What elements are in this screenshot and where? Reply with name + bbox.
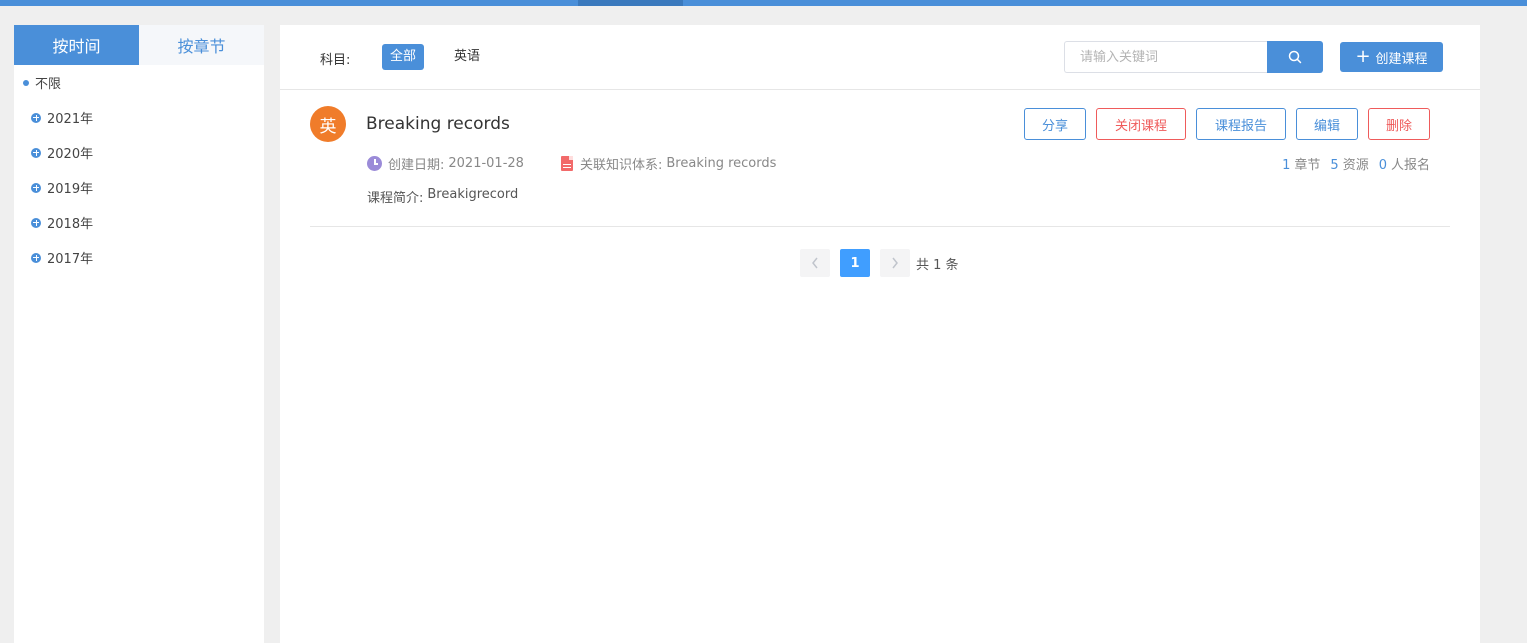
kb-label: 关联知识体系: <box>580 158 663 173</box>
course-stats: 1 章节 5 资源 0 人报名 <box>1272 154 1430 173</box>
date-label: 创建日期: <box>388 158 445 173</box>
expand-plus-icon <box>31 112 41 123</box>
create-course-label: 创建课程 <box>1375 51 1428 67</box>
subject-label: 科目: <box>320 53 351 68</box>
expand-plus-icon <box>31 147 41 158</box>
course-knowledge-system: 关联知识体系: Breaking records <box>561 154 776 173</box>
share-button[interactable]: 分享 <box>1024 108 1086 140</box>
bullet-dot-icon <box>23 79 29 86</box>
stat-number: 0 <box>1378 158 1387 173</box>
date-value: 2021-01-28 <box>448 156 524 171</box>
sidebar-tabs: 按时间 按章节 <box>14 25 264 65</box>
kb-value: Breaking records <box>666 156 777 171</box>
sidebar-item-label: 2021年 <box>47 112 94 127</box>
search-button[interactable] <box>1267 41 1323 73</box>
course-item: 英 Breaking records 创建日期: 2021-01-28 关联知识… <box>310 90 1450 227</box>
search-input[interactable] <box>1064 41 1268 73</box>
top-accent-segment <box>578 0 683 6</box>
main-panel: 科目: 全部 英语 + 创建课程 英 Breaking records 创建日期… <box>280 25 1480 643</box>
stat-label: 人报名 <box>1390 158 1430 173</box>
course-avatar: 英 <box>310 106 346 142</box>
pagination: 1 共 1 条 <box>800 249 959 277</box>
expand-plus-icon <box>31 182 41 193</box>
sidebar-item-2020[interactable]: 2020年 <box>14 135 264 170</box>
course-title[interactable]: Breaking records <box>366 114 510 134</box>
chevron-left-icon <box>812 257 818 269</box>
sidebar-list: 不限 2021年 2020年 2019年 2018年 2017年 <box>14 65 264 275</box>
plus-icon: + <box>1355 46 1371 67</box>
filter-bar: 科目: 全部 英语 + 创建课程 <box>280 25 1480 90</box>
subject-all-chip[interactable]: 全部 <box>382 44 425 70</box>
top-accent-bar <box>0 0 1527 6</box>
sidebar-item-2019[interactable]: 2019年 <box>14 170 264 205</box>
course-created-date: 创建日期: 2021-01-28 <box>367 154 524 173</box>
next-page-button[interactable] <box>880 249 910 277</box>
stat-resources: 5 资源 <box>1330 154 1368 173</box>
prev-page-button[interactable] <box>800 249 830 277</box>
stat-label: 章节 <box>1294 158 1321 173</box>
document-icon <box>561 156 573 171</box>
page-number[interactable]: 1 <box>840 249 870 277</box>
right-gutter <box>1480 25 1527 643</box>
sidebar-item-label: 2018年 <box>47 217 94 232</box>
course-intro: 课程简介: Breakigrecord <box>367 187 518 206</box>
sidebar-item-2017[interactable]: 2017年 <box>14 240 264 275</box>
close-course-button[interactable]: 关闭课程 <box>1096 108 1186 140</box>
tab-by-chapter[interactable]: 按章节 <box>139 25 264 65</box>
stat-number: 1 <box>1282 158 1291 173</box>
delete-button[interactable]: 删除 <box>1368 108 1430 140</box>
expand-plus-icon <box>31 217 41 228</box>
course-report-button[interactable]: 课程报告 <box>1196 108 1286 140</box>
edit-button[interactable]: 编辑 <box>1296 108 1358 140</box>
sidebar: 按时间 按章节 不限 2021年 2020年 2019年 2018年 2017年 <box>14 25 264 643</box>
tab-by-time[interactable]: 按时间 <box>14 25 139 65</box>
stat-label: 资源 <box>1342 158 1369 173</box>
create-course-button[interactable]: + 创建课程 <box>1340 42 1443 72</box>
sidebar-item-2021[interactable]: 2021年 <box>14 100 264 135</box>
sidebar-item-label: 2017年 <box>47 252 94 267</box>
sidebar-item-2018[interactable]: 2018年 <box>14 205 264 240</box>
course-actions: 分享 关闭课程 课程报告 编辑 删除 <box>1014 108 1430 140</box>
subject-english-chip[interactable]: 英语 <box>446 44 488 70</box>
intro-value: Breakigrecord <box>427 187 519 202</box>
stat-enrolled: 0 人报名 <box>1379 154 1430 173</box>
sidebar-item-label: 2020年 <box>47 147 94 162</box>
clock-icon <box>367 156 382 171</box>
sidebar-item-unlimited[interactable]: 不限 <box>14 65 264 100</box>
intro-label: 课程简介: <box>367 191 424 206</box>
stat-number: 5 <box>1330 158 1339 173</box>
search-icon <box>1288 50 1302 64</box>
pagination-total: 共 1 条 <box>916 257 959 273</box>
expand-plus-icon <box>31 252 41 263</box>
stat-chapters: 1 章节 <box>1282 154 1320 173</box>
sidebar-item-label: 2019年 <box>47 182 94 197</box>
chevron-right-icon <box>892 257 898 269</box>
sidebar-item-label: 不限 <box>35 77 62 92</box>
